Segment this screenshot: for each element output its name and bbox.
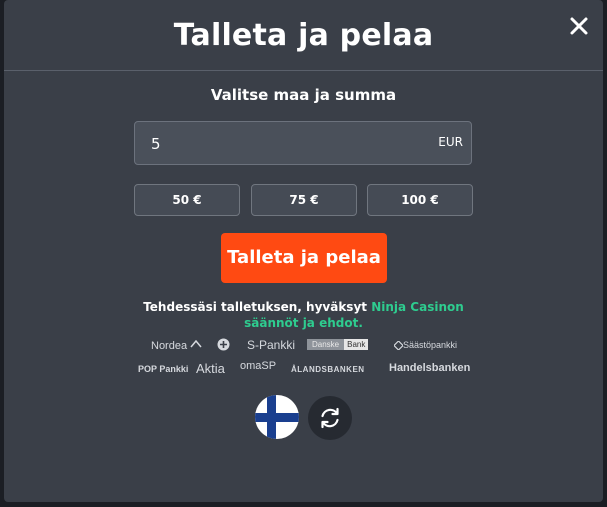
nordea-label: Nordea xyxy=(151,340,188,352)
nordea-mark-icon xyxy=(190,339,202,348)
bank-logo-handelsbanken: Handelsbanken xyxy=(389,362,471,374)
deposit-play-button[interactable]: Talleta ja pelaa xyxy=(221,233,387,283)
bank-logo-aktia: Aktia xyxy=(196,361,225,376)
currency-label: EUR xyxy=(438,135,463,149)
finland-flag-icon[interactable] xyxy=(255,395,299,439)
bank-logo-saastopankki: Säästöpankki xyxy=(393,340,458,351)
amount-field[interactable]: EUR xyxy=(134,121,472,166)
modal-title: Talleta ja pelaa xyxy=(173,18,434,53)
refresh-icon[interactable] xyxy=(308,396,352,440)
deposit-modal: Talleta ja pelaa Valitse maa ja summa EU… xyxy=(4,0,603,502)
bank-logo-danske: Danske Bank xyxy=(307,339,369,350)
terms-text: Tehdessäsi talletuksen, hyväksyt Ninja C… xyxy=(119,299,488,331)
terms-prefix: Tehdessäsi talletuksen, hyväksyt xyxy=(143,300,368,314)
saastopankki-label: Säästöpankki xyxy=(403,340,458,350)
preset-50-button[interactable]: 50 € xyxy=(134,184,240,216)
bank-logo-spankki: S-Pankki xyxy=(247,338,296,352)
preset-100-button[interactable]: 100 € xyxy=(367,184,473,216)
op-logo-icon xyxy=(217,338,230,356)
close-icon[interactable] xyxy=(567,14,591,38)
bank-logo-alandsbanken: ÅLANDSBANKEN xyxy=(291,365,365,374)
modal-subtitle: Valitse maa ja summa xyxy=(210,86,397,104)
modal-header: Talleta ja pelaa xyxy=(4,0,603,71)
danske-label: Danske xyxy=(307,339,345,350)
danske-bank-label: Bank xyxy=(344,339,369,350)
saastopankki-mark-icon xyxy=(393,340,404,351)
amount-input[interactable] xyxy=(149,122,413,166)
bank-logo-omasp: omaSP xyxy=(240,360,277,372)
bank-logo-nordea: Nordea xyxy=(151,339,202,352)
preset-75-button[interactable]: 75 € xyxy=(251,184,357,216)
bank-logo-pop: POP Pankki xyxy=(138,364,189,374)
